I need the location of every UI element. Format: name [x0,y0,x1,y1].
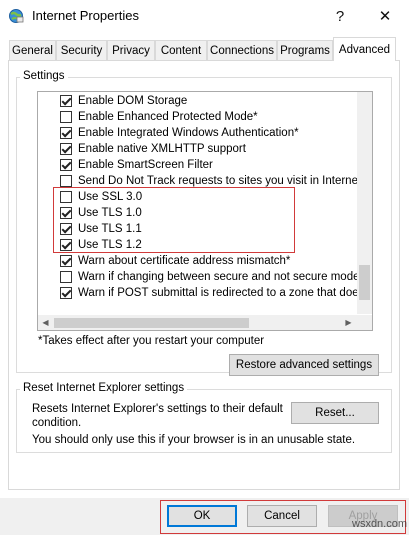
reset-group-label: Reset Internet Explorer settings [20,382,188,394]
setting-label: Enable native XMLHTTP support [78,143,246,155]
tab-general[interactable]: General [9,40,56,60]
setting-post-redirect-warning[interactable]: Warn if POST submittal is redirected to … [60,285,373,301]
setting-cert-mismatch[interactable]: Warn about certificate address mismatch* [60,253,290,269]
tab-privacy[interactable]: Privacy [107,40,155,60]
vertical-scrollbar-thumb[interactable] [359,265,370,300]
checkbox[interactable] [60,111,72,123]
setting-dom-storage[interactable]: Enable DOM Storage [60,93,187,109]
checkbox[interactable] [60,271,72,283]
cancel-button[interactable]: Cancel [247,505,317,527]
tab-security[interactable]: Security [56,40,107,60]
scroll-left-arrow-icon[interactable]: ◀ [38,315,53,330]
reset-description: Resets Internet Explorer's settings to t… [32,403,283,429]
help-button[interactable]: ? [318,2,362,30]
setting-enhanced-protected-mode[interactable]: Enable Enhanced Protected Mode* [60,109,258,125]
checkbox[interactable] [60,287,72,299]
checkbox[interactable] [60,95,72,107]
setting-label: Warn if changing between secure and not … [78,271,360,283]
ok-button[interactable]: OK [167,505,237,527]
restore-advanced-settings-button[interactable]: Restore advanced settings [229,354,379,376]
setting-native-xmlhttp[interactable]: Enable native XMLHTTP support [60,141,246,157]
setting-label: Enable Enhanced Protected Mode* [78,111,258,123]
setting-smartscreen[interactable]: Enable SmartScreen Filter [60,157,213,173]
tab-content[interactable]: Content [155,40,207,60]
tab-programs[interactable]: Programs [277,40,333,60]
window-title: Internet Properties [32,8,139,23]
setting-label: Warn if POST submittal is redirected to … [78,287,373,299]
internet-globe-icon [8,8,24,24]
settings-group-label: Settings [20,70,68,82]
watermark: wsxdn.com [352,518,408,530]
setting-label: Enable SmartScreen Filter [78,159,213,171]
restart-footnote: *Takes effect after you restart your com… [38,335,265,347]
setting-label: Enable DOM Storage [78,95,188,107]
checkbox[interactable] [60,175,72,187]
tls-highlight-box [53,187,295,253]
tab-connections[interactable]: Connections [207,40,277,60]
reset-button[interactable]: Reset... [291,402,379,424]
checkbox[interactable] [60,159,72,171]
checkbox[interactable] [60,127,72,139]
scroll-right-arrow-icon[interactable]: ▶ [341,315,356,330]
checkbox[interactable] [60,143,72,155]
close-button[interactable]: ✕ [363,2,407,30]
setting-label: Enable Integrated Windows Authentication… [78,127,299,139]
reset-note: You should only use this if your browser… [32,434,356,446]
setting-secure-mode-warning[interactable]: Warn if changing between secure and not … [60,269,360,285]
setting-integrated-windows-auth[interactable]: Enable Integrated Windows Authentication… [60,125,299,141]
setting-label: Send Do Not Track requests to sites you … [78,175,373,187]
tab-advanced[interactable]: Advanced [333,37,396,61]
horizontal-scrollbar-thumb[interactable] [54,318,249,328]
setting-label: Warn about certificate address mismatch* [78,255,291,267]
checkbox[interactable] [60,255,72,267]
